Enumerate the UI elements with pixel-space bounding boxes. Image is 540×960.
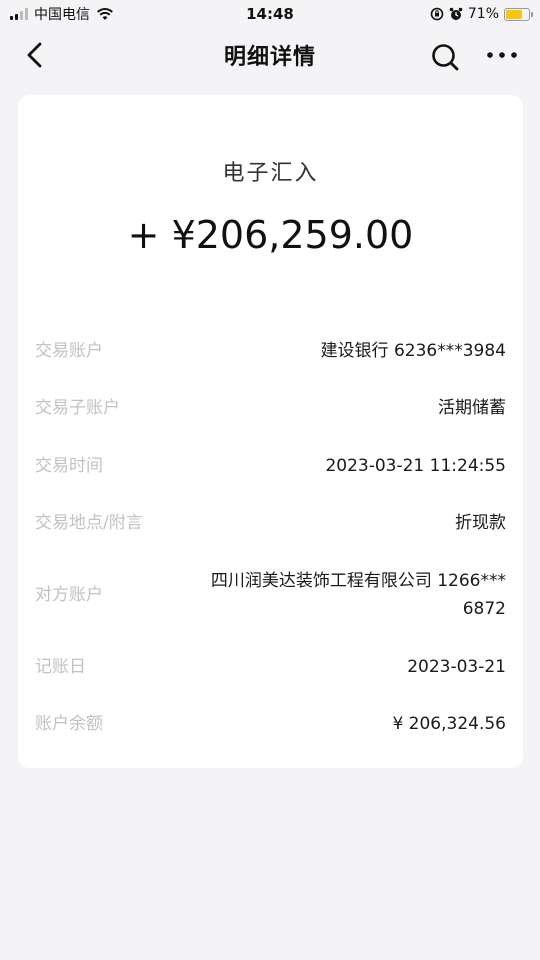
detail-value: 活期储蓄 <box>438 398 506 418</box>
detail-label: 交易账户 <box>35 341 103 361</box>
wifi-icon <box>97 8 113 20</box>
status-left: 中国电信 <box>10 4 114 24</box>
signal-icon <box>10 8 28 20</box>
detail-value: 2023-03-21 <box>407 657 506 677</box>
detail-row-account: 交易账户 建设银行 6236***3984 <box>35 337 506 365</box>
detail-row-counterparty: 对方账户 四川润美达装饰工程有限公司 1266***6872 <box>35 567 506 623</box>
detail-label: 记账日 <box>35 657 86 677</box>
transaction-amount: + ¥206,259.00 <box>127 213 414 257</box>
detail-value: ¥ 206,324.56 <box>392 714 506 734</box>
page-title: 明细详情 <box>223 45 316 70</box>
more-horizontal-icon[interactable] <box>486 48 518 62</box>
battery-fill <box>506 9 522 19</box>
battery-percent: 71% <box>467 6 499 22</box>
transaction-detail-card: 电子汇入 + ¥206,259.00 交易账户 建设银行 6236***3984… <box>18 95 523 768</box>
search-icon[interactable] <box>430 42 460 72</box>
battery-icon <box>504 7 533 21</box>
status-bar: 中国电信 14:48 71% <box>0 0 540 28</box>
nav-bar: 明细详情 <box>0 28 540 82</box>
detail-row-location-note: 交易地点/附言 折现款 <box>35 509 506 537</box>
transaction-type: 电子汇入 <box>222 161 319 186</box>
carrier-name: 中国电信 <box>34 7 90 23</box>
detail-label: 交易地点/附言 <box>35 513 143 533</box>
detail-label: 对方账户 <box>35 585 103 605</box>
detail-value: 2023-03-21 11:24:55 <box>325 456 506 476</box>
detail-value: 建设银行 6236***3984 <box>320 341 506 361</box>
detail-value: 折现款 <box>455 513 506 533</box>
detail-label: 交易时间 <box>35 456 103 476</box>
rotation-lock-icon <box>430 7 444 21</box>
chevron-left-icon[interactable] <box>22 40 50 70</box>
detail-row-balance: 账户余额 ¥ 206,324.56 <box>35 710 506 738</box>
status-right: 71% <box>430 6 533 22</box>
detail-value: 四川润美达装饰工程有限公司 1266***6872 <box>210 571 506 619</box>
detail-label: 账户余额 <box>35 714 103 734</box>
detail-label: 交易子账户 <box>35 398 120 418</box>
detail-row-time: 交易时间 2023-03-21 11:24:55 <box>35 452 506 480</box>
alarm-icon <box>449 7 463 20</box>
detail-row-sub-account: 交易子账户 活期储蓄 <box>35 394 506 422</box>
detail-row-posting-date: 记账日 2023-03-21 <box>35 653 506 681</box>
